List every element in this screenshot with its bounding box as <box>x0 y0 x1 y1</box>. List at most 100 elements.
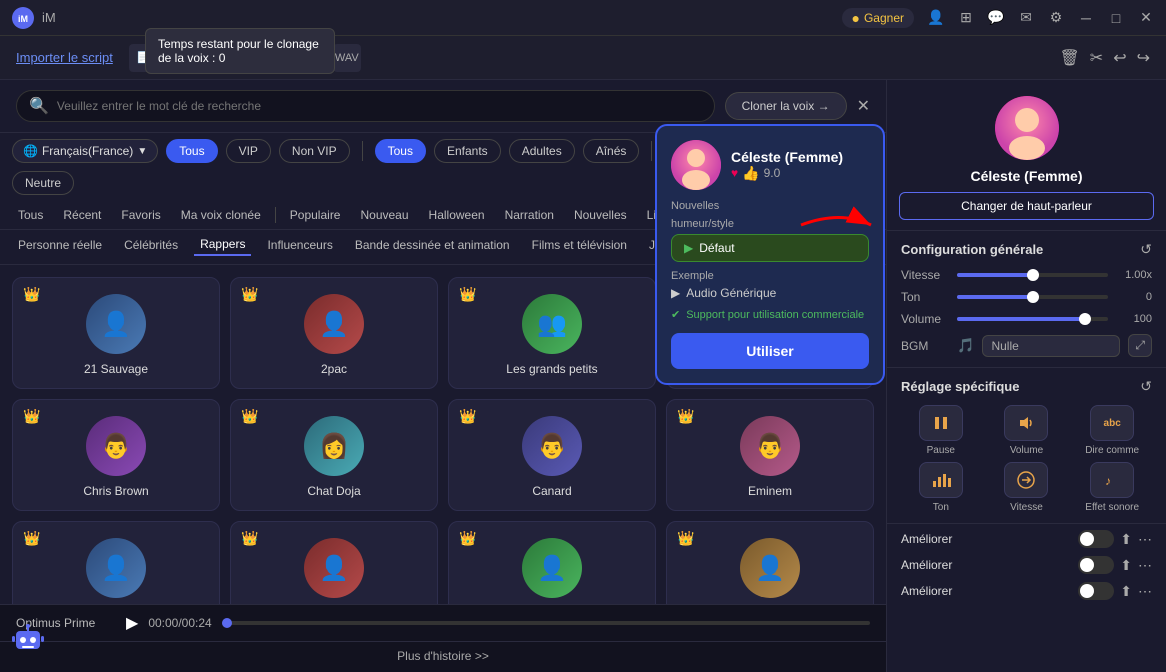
voice-card-canard[interactable]: 👑 👨 Canard <box>448 399 656 511</box>
exemple-label: Exemple <box>671 270 869 282</box>
specific-volume[interactable]: Volume <box>987 405 1067 456</box>
mail-icon[interactable]: ✉ <box>1018 10 1034 26</box>
cat-populaire[interactable]: Populaire <box>284 205 347 225</box>
voice-card-21sauvage[interactable]: 👑 👤 21 Sauvage <box>12 277 220 389</box>
volume-label: Volume <box>901 312 949 326</box>
filter-vip[interactable]: VIP <box>226 139 271 163</box>
right-panel: Céleste (Femme) Changer de haut-parleur … <box>886 80 1166 672</box>
voice-card-grands-petits[interactable]: 👑 👥 Les grands petits <box>448 277 656 389</box>
ameliorer-more-1[interactable]: ⋯ <box>1138 531 1152 548</box>
bgm-select[interactable]: Nulle <box>982 335 1120 357</box>
subcat-rappers[interactable]: Rappers <box>194 234 251 256</box>
subcat-personne-reelle[interactable]: Personne réelle <box>12 235 108 255</box>
filter-non-vip[interactable]: Non VIP <box>279 139 350 163</box>
voice-card-v11[interactable]: 👑 👤 <box>448 521 656 604</box>
subcat-influenceurs[interactable]: Influenceurs <box>261 235 338 255</box>
clone-voix-btn[interactable]: Cloner la voix → <box>725 92 847 120</box>
user-icon[interactable]: 👤 <box>928 10 944 26</box>
cat-favoris[interactable]: Favoris <box>115 205 166 225</box>
scissors-icon[interactable]: ✂ <box>1090 48 1103 68</box>
language-select[interactable]: 🌐 Français(France) ▼ <box>12 139 158 163</box>
player-progress-bar[interactable] <box>222 621 870 625</box>
crown-icon: 👑 <box>241 530 258 547</box>
ameliorer-toggle-3[interactable] <box>1078 582 1114 600</box>
play-triangle-icon: ▶ <box>684 241 693 255</box>
ameliorer-row-2: Améliorer ⬆ ⋯ <box>901 556 1152 574</box>
ameliorer-upload-icon-1[interactable]: ⬆ <box>1120 531 1132 548</box>
filter-tous-2[interactable]: Tous <box>375 139 426 163</box>
vitesse-slider[interactable] <box>957 273 1108 277</box>
ameliorer-row-3: Améliorer ⬆ ⋯ <box>901 582 1152 600</box>
cat-halloween[interactable]: Halloween <box>423 205 491 225</box>
specific-vitesse[interactable]: Vitesse <box>987 462 1067 513</box>
import-script-link[interactable]: Importer le script <box>16 50 113 65</box>
voice-avatar-v12: 👤 <box>740 538 800 598</box>
effet-sonore-icon-wrap: ♪ <box>1090 462 1134 498</box>
close-btn[interactable]: ✕ <box>1138 10 1154 26</box>
ameliorer-upload-icon-2[interactable]: ⬆ <box>1120 557 1132 574</box>
change-speaker-btn[interactable]: Changer de haut-parleur <box>899 192 1154 220</box>
wav-icon[interactable]: WAV <box>333 44 361 72</box>
bot-icon[interactable] <box>8 619 48 664</box>
ameliorer-toggle-2[interactable] <box>1078 556 1114 574</box>
voice-card-eminem[interactable]: 👑 👨 Eminem <box>666 399 874 511</box>
crown-icon: 👑 <box>23 286 40 303</box>
filter-neutre[interactable]: Neutre <box>12 171 74 195</box>
ameliorer-more-2[interactable]: ⋯ <box>1138 557 1152 574</box>
voice-card-2pac[interactable]: 👑 👤 2pac <box>230 277 438 389</box>
filter-aines[interactable]: Aînés <box>583 139 640 163</box>
specific-pause[interactable]: Pause <box>901 405 981 456</box>
discord-icon[interactable]: 💬 <box>988 10 1004 26</box>
subcat-films-television[interactable]: Films et télévision <box>526 235 633 255</box>
specific-effet-sonore[interactable]: ♪ Effet sonore <box>1072 462 1152 513</box>
maximize-btn[interactable]: □ <box>1108 10 1124 26</box>
player-play-btn[interactable]: ▶ <box>126 613 138 633</box>
vitesse-specific-label: Vitesse <box>1010 502 1043 513</box>
crown-icon: 👑 <box>677 408 694 425</box>
voice-card-v10[interactable]: 👑 👤 <box>230 521 438 604</box>
specific-refresh-icon[interactable]: ↺ <box>1140 378 1152 395</box>
settings-icon[interactable]: ⚙ <box>1048 10 1064 26</box>
plus-histoire-btn[interactable]: Plus d'histoire >> <box>0 641 886 669</box>
subcat-celebrites[interactable]: Célébrités <box>118 235 184 255</box>
vitesse-value: 1.00x <box>1116 269 1152 281</box>
gagner-btn[interactable]: Gagner <box>864 11 904 25</box>
ton-slider[interactable] <box>957 295 1108 299</box>
specific-dire-comme[interactable]: abc Dire comme <box>1072 405 1152 456</box>
crown-icon: 👑 <box>459 286 476 303</box>
cat-nouvelles[interactable]: Nouvelles <box>568 205 633 225</box>
volume-slider[interactable] <box>957 317 1108 321</box>
filter-enfants[interactable]: Enfants <box>434 139 501 163</box>
subcat-bande-dessinee[interactable]: Bande dessinée et animation <box>349 235 516 255</box>
trash-icon[interactable]: 🗑 <box>1059 48 1079 68</box>
ton-value: 0 <box>1116 291 1152 303</box>
ameliorer-more-3[interactable]: ⋯ <box>1138 583 1152 600</box>
voice-card-optimus[interactable]: 👑 👤 <box>12 521 220 604</box>
voice-card-v12[interactable]: 👑 👤 <box>666 521 874 604</box>
filter-adultes[interactable]: Adultes <box>509 139 575 163</box>
specific-ton[interactable]: Ton <box>901 462 981 513</box>
cat-recent[interactable]: Récent <box>57 205 107 225</box>
audio-generique-btn[interactable]: ▶ Audio Générique <box>671 286 776 300</box>
config-refresh-icon[interactable]: ↺ <box>1140 241 1152 258</box>
filter-tous-1[interactable]: Tous <box>166 139 217 163</box>
crown-icon: 👑 <box>459 530 476 547</box>
cat-narration[interactable]: Narration <box>499 205 560 225</box>
utiliser-btn[interactable]: Utiliser <box>671 333 869 369</box>
minimize-btn[interactable]: ─ <box>1078 10 1094 26</box>
undo-icon[interactable]: ↩ <box>1113 48 1126 68</box>
voice-card-chat-doja[interactable]: 👑 👩 Chat Doja <box>230 399 438 511</box>
redo-icon[interactable]: ↪ <box>1137 48 1150 68</box>
search-input[interactable] <box>57 99 702 113</box>
specific-title: Réglage spécifique <box>901 379 1019 394</box>
voice-card-chris-brown[interactable]: 👑 👨 Chris Brown <box>12 399 220 511</box>
close-search-icon[interactable]: ✕ <box>857 96 870 116</box>
bgm-expand-btn[interactable]: ⤢ <box>1128 334 1152 357</box>
ameliorer-toggle-1[interactable] <box>1078 530 1114 548</box>
grid-icon[interactable]: ⊞ <box>958 10 974 26</box>
cat-tous[interactable]: Tous <box>12 205 49 225</box>
ameliorer-upload-icon-3[interactable]: ⬆ <box>1120 583 1132 600</box>
bgm-label: BGM <box>901 339 949 353</box>
cat-nouveau[interactable]: Nouveau <box>354 205 414 225</box>
cat-ma-voix-clonee[interactable]: Ma voix clonée <box>175 205 267 225</box>
